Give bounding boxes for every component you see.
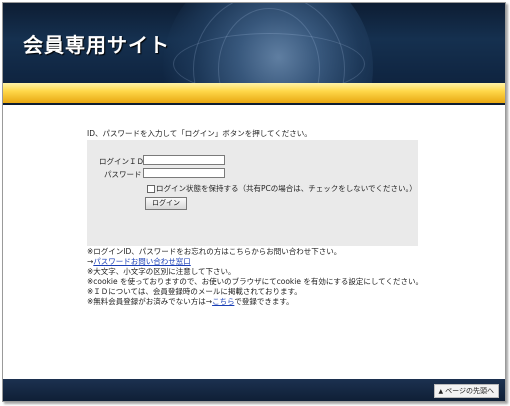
site-header: 会員専用サイト [3, 3, 505, 83]
password-input[interactable] [143, 168, 225, 178]
notes: ※ログインID、パスワードをお忘れの方はこちらからお問い合わせ下さい。 →パスワ… [87, 247, 427, 307]
remember-login-label: ログイン状態を保持する（共有PCの場合は、チェックをしないでください。） [156, 184, 417, 193]
login-id-label: ログインＩＤ [99, 157, 144, 166]
page-frame: 会員専用サイト ID、パスワードを入力して「ログイン」ボタンを押してください。 … [2, 2, 506, 402]
remember-login-checkbox[interactable] [147, 185, 155, 193]
note-forgot: ※ログインID、パスワードをお忘れの方はこちらからお問い合わせ下さい。 [87, 247, 342, 256]
note-contact: →パスワードお問い合わせ窓口 [87, 257, 427, 267]
login-instruction: ID、パスワードを入力して「ログイン」ボタンを押してください。 [87, 129, 312, 138]
note-register: ※無料会員登録がお済みでない方は→こちらで登録できます。 [87, 297, 427, 307]
page-top-button[interactable]: ▲ ページの先頭へ [433, 384, 499, 398]
note-case: ※大文字、小文字の区別に注意して下さい。 [87, 267, 236, 276]
site-title: 会員専用サイト [23, 33, 170, 57]
site-footer: ▲ ページの先頭へ [3, 379, 505, 401]
header-gold-band [3, 83, 505, 105]
login-form: ログインＩＤ パスワード ログイン状態を保持する（共有PCの場合は、チェックをし… [87, 140, 418, 246]
password-label: パスワード [104, 170, 142, 179]
note-id: ※ＩＤについては、会員登録時のメールに掲載されております。 [87, 287, 302, 296]
page-top-label: ページの先頭へ [445, 387, 494, 395]
register-suffix: で登録できます。 [234, 297, 294, 306]
register-prefix: ※無料会員登録がお済みでない方は→ [87, 297, 213, 306]
login-id-input[interactable] [143, 155, 225, 165]
password-contact-link[interactable]: パスワードお問い合わせ窓口 [93, 257, 191, 266]
note-cookie: ※cookie を使っておりますので、お使いのブラウザにてcookie を有効に… [87, 277, 423, 286]
arrow-up-icon: ▲ [438, 388, 444, 395]
login-button[interactable]: ログイン [145, 197, 187, 210]
register-link[interactable]: こちら [212, 297, 234, 306]
